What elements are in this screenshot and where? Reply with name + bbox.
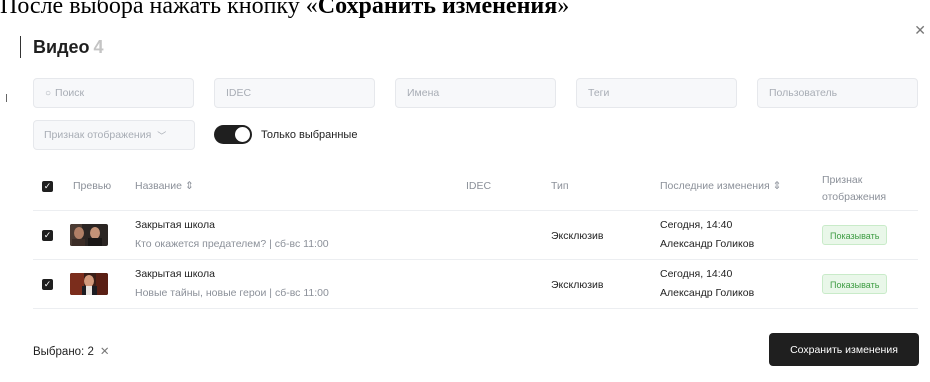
modal-corner-mark (20, 36, 21, 58)
changed-at: Сегодня, 14:40 (660, 219, 733, 231)
video-subtitle: Новые тайны, новые герои | сб-вс 11:00 (135, 287, 329, 299)
video-type: Эксклюзив (551, 230, 604, 242)
column-name[interactable]: Название ⇕ (135, 180, 194, 192)
video-subtitle: Кто окажется предателем? | сб-вс 11:00 (135, 238, 329, 250)
tags-filter-input[interactable]: Теги (576, 78, 737, 108)
column-preview: Превью (73, 180, 112, 192)
video-thumbnail (70, 224, 108, 246)
display-status-badge[interactable]: Показывать (822, 225, 888, 245)
select-all-checkbox[interactable]: ✓ (42, 181, 53, 192)
row-divider (33, 210, 918, 211)
row-divider (33, 308, 918, 309)
search-input[interactable]: ○ Поиск (33, 78, 194, 108)
video-count: 4 (93, 37, 104, 57)
changed-by: Александр Голиков (660, 287, 755, 299)
column-type: Тип (551, 180, 569, 192)
column-last-changes[interactable]: Последние изменения ⇕ (660, 180, 781, 192)
names-filter-input[interactable]: Имена (395, 78, 556, 108)
selected-count: Выбрано: 2 ✕ (33, 346, 110, 358)
row-checkbox[interactable]: ✓ (42, 230, 53, 241)
save-changes-button[interactable]: Сохранить изменения (769, 333, 919, 366)
page-edge-mark (6, 94, 7, 102)
video-title[interactable]: Закрытая школа (135, 268, 215, 280)
modal-title: Видео 4 (33, 37, 104, 57)
idec-filter-input[interactable]: IDEC (214, 78, 375, 108)
row-divider (33, 259, 918, 260)
search-icon: ○ (45, 87, 52, 99)
chevron-down-icon: ﹀ (157, 130, 167, 141)
display-attribute-select[interactable]: Признак отображения ﹀ (33, 120, 195, 150)
video-type: Эксклюзив (551, 279, 604, 291)
column-display: Признак отображения (822, 174, 887, 203)
changed-by: Александр Голиков (660, 238, 755, 250)
close-icon[interactable]: ✕ (914, 22, 926, 39)
user-filter-input[interactable]: Пользователь (757, 78, 918, 108)
toggle-knob (235, 127, 250, 142)
display-status-badge[interactable]: Показывать (822, 274, 888, 294)
changed-at: Сегодня, 14:40 (660, 268, 733, 280)
video-thumbnail (70, 273, 108, 295)
video-title[interactable]: Закрытая школа (135, 219, 215, 231)
row-checkbox[interactable]: ✓ (42, 279, 53, 290)
video-modal (20, 22, 930, 382)
clear-selection-icon[interactable]: ✕ (100, 346, 110, 358)
only-selected-label: Только выбранные (261, 129, 358, 141)
column-idec: IDEC (466, 180, 492, 192)
only-selected-toggle[interactable] (214, 125, 252, 144)
